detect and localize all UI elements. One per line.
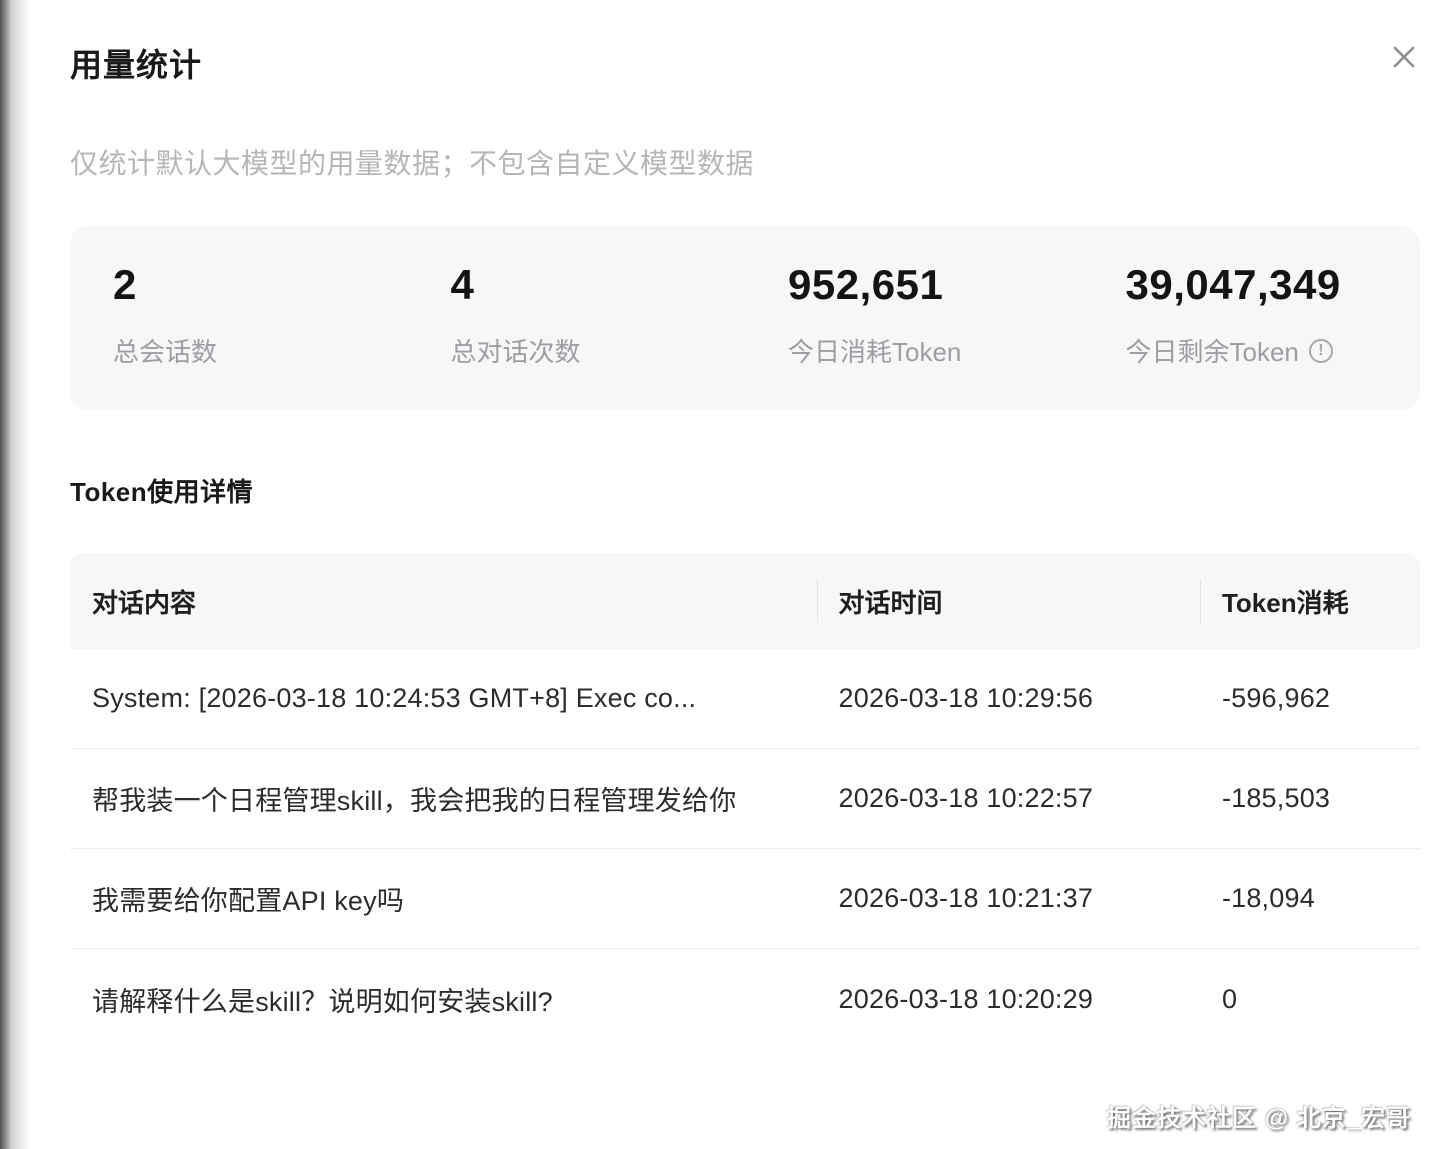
stat-value: 2 bbox=[113, 262, 398, 308]
cell-content: 我需要给你配置API key吗 bbox=[70, 879, 817, 918]
modal-edge-shadow bbox=[0, 0, 30, 1149]
cell-tokens: 0 bbox=[1200, 984, 1420, 1015]
close-icon bbox=[1388, 41, 1420, 76]
cell-content: 请解释什么是skill？说明如何安装skill? bbox=[70, 980, 817, 1019]
stat-value: 39,047,349 bbox=[1126, 262, 1411, 308]
cell-time: 2026-03-18 10:21:37 bbox=[817, 883, 1200, 914]
cell-time: 2026-03-18 10:29:56 bbox=[817, 683, 1200, 714]
stat-label-text: 今日剩余Token bbox=[1126, 332, 1299, 369]
stat-label: 今日消耗Token bbox=[788, 332, 1073, 369]
stat-item-3: 39,047,349 今日剩余Token! bbox=[1083, 226, 1421, 410]
table-row: 请解释什么是skill？说明如何安装skill?2026-03-18 10:20… bbox=[70, 949, 1420, 1049]
dialog-title: 用量统计 bbox=[70, 40, 202, 86]
cell-tokens: -18,094 bbox=[1200, 883, 1420, 914]
stat-label: 总会话数 bbox=[113, 332, 398, 369]
column-header-content: 对话内容 bbox=[70, 583, 817, 620]
column-header-tokens: Token消耗 bbox=[1200, 583, 1420, 620]
stat-item-0: 2 总会话数 bbox=[70, 226, 408, 410]
watermark: 掘金技术社区 @ 北京_宏哥 bbox=[1107, 1098, 1411, 1133]
stat-label: 今日剩余Token! bbox=[1126, 332, 1411, 369]
table-row: 我需要给你配置API key吗2026-03-18 10:21:37-18,09… bbox=[70, 849, 1420, 949]
table-row: 帮我装一个日程管理skill，我会把我的日程管理发给你2026-03-18 10… bbox=[70, 749, 1420, 849]
usage-stats-dialog: 用量统计 仅统计默认大模型的用量数据；不包含自定义模型数据 2 总会话数 4 总对话次… bbox=[70, 0, 1420, 1049]
stat-item-2: 952,651 今日消耗Token bbox=[745, 226, 1083, 410]
table-body: System: [2026-03-18 10:24:53 GMT+8] Exec… bbox=[70, 649, 1420, 1049]
cell-tokens: -185,503 bbox=[1200, 783, 1420, 814]
token-usage-heading: Token使用详情 bbox=[70, 472, 1420, 509]
cell-content: 帮我装一个日程管理skill，我会把我的日程管理发给你 bbox=[70, 779, 817, 818]
cell-time: 2026-03-18 10:22:57 bbox=[817, 783, 1200, 814]
column-header-time: 对话时间 bbox=[817, 583, 1200, 620]
close-button[interactable] bbox=[1382, 36, 1426, 80]
stat-value: 4 bbox=[451, 262, 736, 308]
cell-time: 2026-03-18 10:20:29 bbox=[817, 984, 1200, 1015]
stat-label-text: 总会话数 bbox=[113, 332, 217, 369]
table-header-row: 对话内容对话时间Token消耗 bbox=[70, 553, 1420, 649]
stat-value: 952,651 bbox=[788, 262, 1073, 308]
stat-item-1: 4 总对话次数 bbox=[408, 226, 746, 410]
dialog-header: 用量统计 bbox=[70, 40, 1420, 86]
table-row: System: [2026-03-18 10:24:53 GMT+8] Exec… bbox=[70, 649, 1420, 749]
dialog-subtitle: 仅统计默认大模型的用量数据；不包含自定义模型数据 bbox=[70, 142, 1420, 182]
info-icon[interactable]: ! bbox=[1309, 339, 1333, 363]
token-usage-table: 对话内容对话时间Token消耗 System: [2026-03-18 10:2… bbox=[70, 553, 1420, 1049]
stat-label-text: 今日消耗Token bbox=[788, 332, 961, 369]
cell-content: System: [2026-03-18 10:24:53 GMT+8] Exec… bbox=[70, 683, 817, 714]
stat-label-text: 总对话次数 bbox=[451, 332, 581, 369]
stats-card: 2 总会话数 4 总对话次数 952,651 今日消耗Token 39,047,349 今日剩… bbox=[70, 226, 1420, 410]
stat-label: 总对话次数 bbox=[451, 332, 736, 369]
cell-tokens: -596,962 bbox=[1200, 683, 1420, 714]
